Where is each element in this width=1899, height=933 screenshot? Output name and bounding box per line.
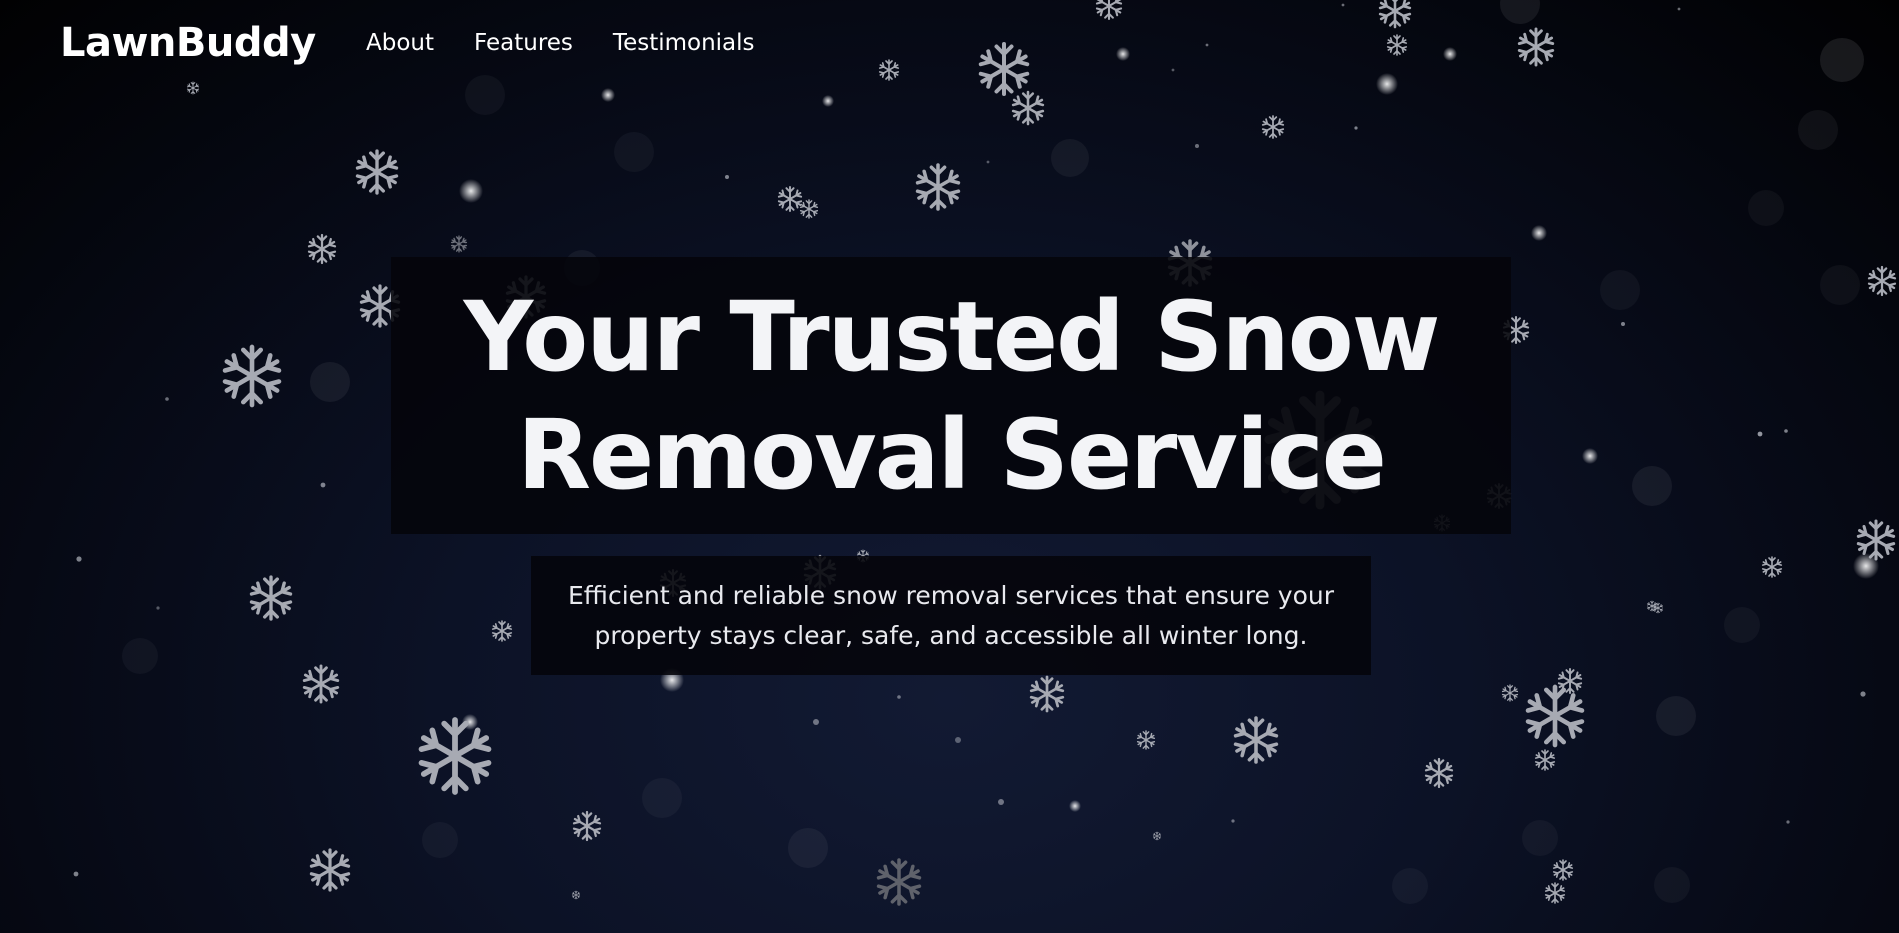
nav-link-features[interactable]: Features bbox=[474, 30, 573, 56]
headline-panel: Your Trusted Snow Removal Service bbox=[391, 257, 1511, 534]
subtitle-panel: Efficient and reliable snow removal serv… bbox=[531, 556, 1371, 675]
nav-links: About Features Testimonials bbox=[366, 30, 795, 56]
brand-logo[interactable]: LawnBuddy bbox=[60, 20, 316, 66]
hero-subtitle: Efficient and reliable snow removal serv… bbox=[567, 580, 1334, 650]
hero-section: Your Trusted Snow Removal Service Effici… bbox=[0, 0, 1899, 933]
hero-headline: Your Trusted Snow Removal Service bbox=[463, 280, 1441, 511]
nav-link-testimonials[interactable]: Testimonials bbox=[613, 30, 755, 56]
top-navigation: LawnBuddy About Features Testimonials bbox=[0, 0, 1899, 92]
nav-link-about[interactable]: About bbox=[366, 30, 434, 56]
